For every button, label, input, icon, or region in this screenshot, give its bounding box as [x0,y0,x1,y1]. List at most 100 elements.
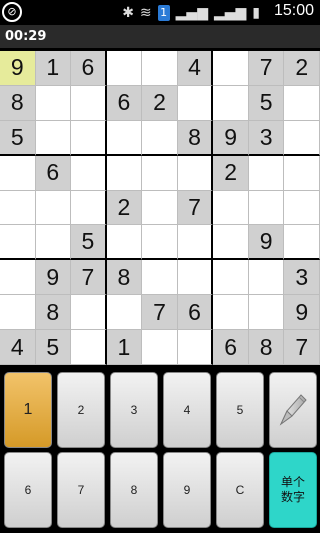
sudoku-cell-r4-c5[interactable] [142,155,178,191]
sudoku-cell-r9-c2[interactable]: 5 [35,330,72,365]
key-2[interactable]: 2 [57,372,105,448]
sudoku-cell-r5-c3[interactable] [71,190,107,226]
sudoku-cell-r6-c7[interactable] [213,225,249,261]
sudoku-cell-r1-c2[interactable]: 1 [35,51,72,86]
key-8[interactable]: 8 [110,452,158,528]
sudoku-cell-r7-c3[interactable]: 7 [71,260,107,296]
sudoku-cell-r2-c7[interactable] [213,85,249,121]
status-bar: ⊘ ✱ ≋ 1 ▂▄▆ ▂▄▆ ▮ 15:00 [0,0,320,25]
sudoku-cell-r9-c4[interactable]: 1 [106,330,143,365]
wifi-icon: ≋ [139,5,152,21]
sudoku-cell-r6-c9[interactable] [284,225,320,261]
sudoku-cell-r1-c6[interactable]: 4 [177,51,214,86]
sudoku-cell-r9-c7[interactable]: 6 [213,330,249,365]
sudoku-cell-r7-c2[interactable]: 9 [35,260,72,296]
sudoku-cell-r5-c9[interactable] [284,190,320,226]
sudoku-cell-r6-c6[interactable] [177,225,214,261]
sudoku-cell-r3-c3[interactable] [71,120,107,156]
sudoku-cell-r1-c5[interactable] [142,51,178,86]
key-3[interactable]: 3 [110,372,158,448]
sudoku-cell-r7-c5[interactable] [142,260,178,296]
sudoku-cell-r4-c7[interactable]: 2 [213,155,249,191]
sudoku-cell-r3-c6[interactable]: 8 [177,120,214,156]
key-1[interactable]: 1 [4,372,52,448]
sudoku-cell-r5-c4[interactable]: 2 [106,190,143,226]
sudoku-cell-r1-c3[interactable]: 6 [71,51,107,86]
sudoku-cell-r5-c1[interactable] [0,190,36,226]
sudoku-cell-r1-c1[interactable]: 9 [0,51,36,86]
sudoku-cell-r6-c3[interactable]: 5 [71,225,107,261]
sudoku-cell-r8-c9[interactable]: 9 [284,295,320,331]
sudoku-cell-r3-c5[interactable] [142,120,178,156]
clear-key[interactable]: C [216,452,264,528]
sudoku-cell-r1-c7[interactable] [213,51,249,86]
sudoku-cell-r1-c4[interactable] [106,51,143,86]
sudoku-cell-r9-c9[interactable]: 7 [284,330,320,365]
sudoku-cell-r6-c1[interactable] [0,225,36,261]
sudoku-cell-r3-c4[interactable] [106,120,143,156]
sudoku-cell-r4-c4[interactable] [106,155,143,191]
sudoku-cell-r2-c9[interactable] [284,85,320,121]
number-keypad: 1 2 3 4 5 6 7 8 9 C 单个 数字 [0,368,320,533]
sudoku-cell-r8-c3[interactable] [71,295,107,331]
sudoku-cell-r5-c5[interactable] [142,190,178,226]
sudoku-cell-r9-c5[interactable] [142,330,178,365]
sudoku-cell-r4-c6[interactable] [177,155,214,191]
sudoku-cell-r7-c4[interactable]: 8 [106,260,143,296]
sudoku-cell-r2-c6[interactable] [177,85,214,121]
sudoku-cell-r5-c6[interactable]: 7 [177,190,214,226]
sudoku-cell-r2-c3[interactable] [71,85,107,121]
signal-icon-2: ▂▄▆ [213,5,247,21]
sudoku-cell-r3-c2[interactable] [35,120,72,156]
sudoku-cell-r8-c8[interactable] [248,295,285,331]
pencil-button[interactable] [269,372,317,448]
key-7[interactable]: 7 [57,452,105,528]
sudoku-cell-r3-c9[interactable] [284,120,320,156]
sudoku-cell-r9-c3[interactable] [71,330,107,365]
single-number-mode-button[interactable]: 单个 数字 [269,452,317,528]
sudoku-cell-r9-c1[interactable]: 4 [0,330,36,365]
sudoku-cell-r6-c2[interactable] [35,225,72,261]
key-9[interactable]: 9 [163,452,211,528]
sudoku-cell-r2-c8[interactable]: 5 [248,85,285,121]
sudoku-cell-r2-c2[interactable] [35,85,72,121]
sudoku-cell-r5-c2[interactable] [35,190,72,226]
sudoku-cell-r4-c1[interactable] [0,155,36,191]
sudoku-cell-r1-c8[interactable]: 7 [248,51,285,86]
key-4[interactable]: 4 [163,372,211,448]
sudoku-cell-r4-c9[interactable] [284,155,320,191]
sudoku-cell-r8-c6[interactable]: 6 [177,295,214,331]
sudoku-cell-r8-c4[interactable] [106,295,143,331]
bluetooth-icon: ✱ [122,5,134,21]
sudoku-cell-r3-c7[interactable]: 9 [213,120,249,156]
sudoku-cell-r6-c4[interactable] [106,225,143,261]
key-6[interactable]: 6 [4,452,52,528]
sudoku-cell-r5-c8[interactable] [248,190,285,226]
sudoku-cell-r3-c8[interactable]: 3 [248,120,285,156]
sudoku-cell-r2-c4[interactable]: 6 [106,85,143,121]
key-5[interactable]: 5 [216,372,264,448]
sudoku-cell-r9-c6[interactable] [177,330,214,365]
sudoku-cell-r7-c8[interactable] [248,260,285,296]
sudoku-cell-r4-c3[interactable] [71,155,107,191]
sudoku-cell-r6-c8[interactable]: 9 [248,225,285,261]
sudoku-cell-r1-c9[interactable]: 2 [284,51,320,86]
sudoku-cell-r7-c9[interactable]: 3 [284,260,320,296]
sudoku-cell-r4-c8[interactable] [248,155,285,191]
sudoku-cell-r2-c5[interactable]: 2 [142,85,178,121]
sudoku-cell-r8-c7[interactable] [213,295,249,331]
sudoku-cell-r3-c1[interactable]: 5 [0,120,36,156]
sudoku-cell-r8-c5[interactable]: 7 [142,295,178,331]
sudoku-cell-r7-c7[interactable] [213,260,249,296]
sudoku-cell-r9-c8[interactable]: 8 [248,330,285,365]
sudoku-cell-r8-c1[interactable] [0,295,36,331]
sudoku-cell-r4-c2[interactable]: 6 [35,155,72,191]
sudoku-cell-r7-c6[interactable] [177,260,214,296]
sudoku-cell-r6-c5[interactable] [142,225,178,261]
sudoku-cell-r8-c2[interactable]: 8 [35,295,72,331]
mode-label-line2: 数字 [280,490,305,504]
pencil-icon [279,394,307,426]
sudoku-cell-r5-c7[interactable] [213,190,249,226]
sudoku-cell-r2-c1[interactable]: 8 [0,85,36,121]
sudoku-cell-r7-c1[interactable] [0,260,36,296]
